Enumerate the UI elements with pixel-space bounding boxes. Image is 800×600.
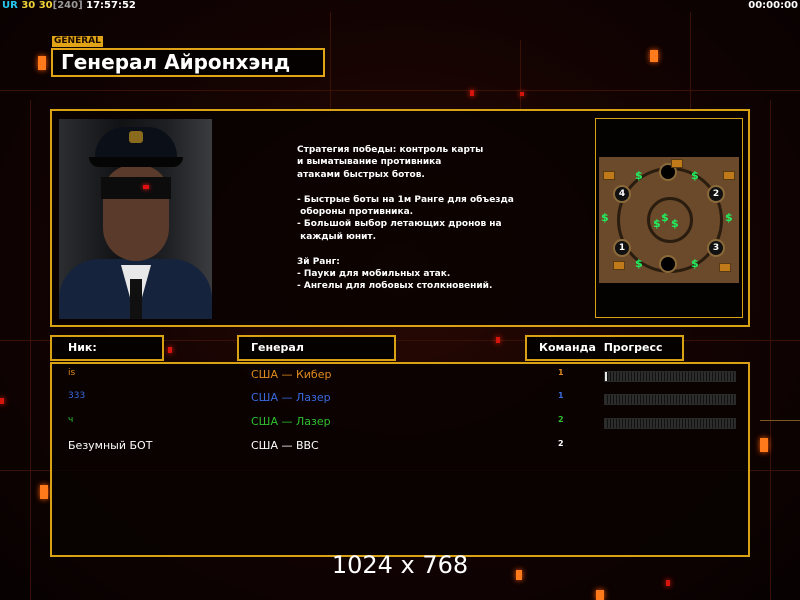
header-nick: Ник: [50,335,164,361]
strategy-line [297,181,577,193]
map-cash: $ [661,211,669,224]
player-general: США — Кибер [251,368,332,381]
loading-progress-bar [604,394,736,405]
player-row: ч США — Лазер 2 [52,415,748,431]
map-start-2: 2 [707,185,725,203]
spark [0,398,4,404]
player-nick: Безумный БОТ [68,439,153,452]
spark [470,90,474,96]
player-general: США — Лазер [251,391,331,404]
header-team-progress: Команда Прогресс [525,335,684,361]
strategy-line [297,243,577,255]
map-cash: $ [601,211,609,224]
portrait-visor-shadow [101,177,171,199]
player-team: 1 [558,391,564,400]
bg-line [760,420,800,421]
map-preview[interactable]: 4 2 1 3 $ $ $ $ $ $ $ $ $ [595,118,743,318]
bg-line [0,90,800,91]
bg-line [520,40,521,110]
portrait-cap-visor [89,157,183,167]
player-team: 1 [558,368,564,377]
strategy-line: 3й Ранг: [297,256,340,267]
value-1: 30 [21,0,36,11]
top-status-bar: UR 30 30[240] 17:57:52 00:00:00 [0,0,800,12]
map-start-3: 3 [707,239,725,257]
map-base-bottom [659,255,677,273]
portrait-cyber-eye [143,185,149,189]
strategy-line: обороны противника. [297,207,414,218]
strategy-line: и выматывание противника [297,157,442,168]
strategy-description: Стратегия победы: контроль карты и вымат… [297,144,577,293]
player-nick: 333 [68,391,86,401]
map-cash: $ [653,217,661,230]
map-cash: $ [635,257,643,270]
ur-label: UR [2,0,18,11]
player-team: 2 [558,439,564,448]
resolution-label: 1024 x 768 [331,551,469,579]
player-general: США — ВВС [251,439,319,452]
bg-line [690,12,691,112]
spark [520,92,524,96]
player-nick: is [68,368,76,378]
map-cash: $ [671,217,679,230]
value-2: 30 [38,0,53,11]
strategy-line: - Пауки для мобильных атак. [297,269,451,280]
bracket-value: [240] [52,0,83,11]
map-start-1: 1 [613,239,631,257]
loading-progress-bar [604,371,736,382]
spark [650,50,658,62]
map-image: 4 2 1 3 $ $ $ $ $ $ $ $ $ [599,157,739,283]
player-row: 333 США — Лазер 1 [52,391,748,407]
bg-line [330,12,331,112]
player-nick: ч [68,415,74,425]
strategy-line: - Большой выбор летающих дронов на [297,219,502,230]
portrait-tie [130,279,142,319]
oil-derrick-icon [613,261,625,270]
oil-derrick-icon [719,263,731,272]
header-general: Генерал [237,335,396,361]
player-row: Безумный БОТ США — ВВС 2 [52,439,748,455]
strategy-line: атаками быстрых ботов. [297,169,425,180]
spark [666,580,670,586]
strategy-line: - Ангелы для лобовых столкновений. [297,281,493,292]
map-start-4: 4 [613,185,631,203]
player-general: США — Лазер [251,415,331,428]
spark [168,347,172,353]
map-cash: $ [691,257,699,270]
general-name: Генерал Айронхэнд [51,48,325,77]
map-cash: $ [691,169,699,182]
progress-fill [605,372,607,381]
spark [38,56,46,70]
oil-derrick-icon [671,159,683,168]
player-team: 2 [558,415,564,424]
spark [40,485,48,499]
portrait-cap-badge [129,131,143,143]
bg-line [30,100,31,600]
general-portrait [59,119,212,319]
spark [596,590,604,600]
strategy-line: каждый юнит. [297,231,377,242]
header-team: Команда [539,341,596,354]
clock: 17:57:52 [86,0,136,11]
player-row: is США — Кибер 1 [52,368,748,384]
header-progress: Прогресс [603,341,663,354]
strategy-line: Стратегия победы: контроль карты [297,145,484,155]
loading-progress-bar [604,418,736,429]
map-cash: $ [635,169,643,182]
map-cash: $ [725,211,733,224]
spark [760,438,768,452]
players-panel: is США — Кибер 1 333 США — Лазер 1 ч США… [50,362,750,557]
spark [496,337,500,343]
fps-readout: UR 30 30[240] 17:57:52 [2,0,136,11]
oil-derrick-icon [723,171,735,180]
oil-derrick-icon [603,171,615,180]
bg-line [770,100,771,600]
general-tag: GENERAL [52,36,103,47]
game-timer: 00:00:00 [748,0,798,11]
strategy-line: - Быстрые боты на 1м Ранге для объезда [297,194,514,205]
